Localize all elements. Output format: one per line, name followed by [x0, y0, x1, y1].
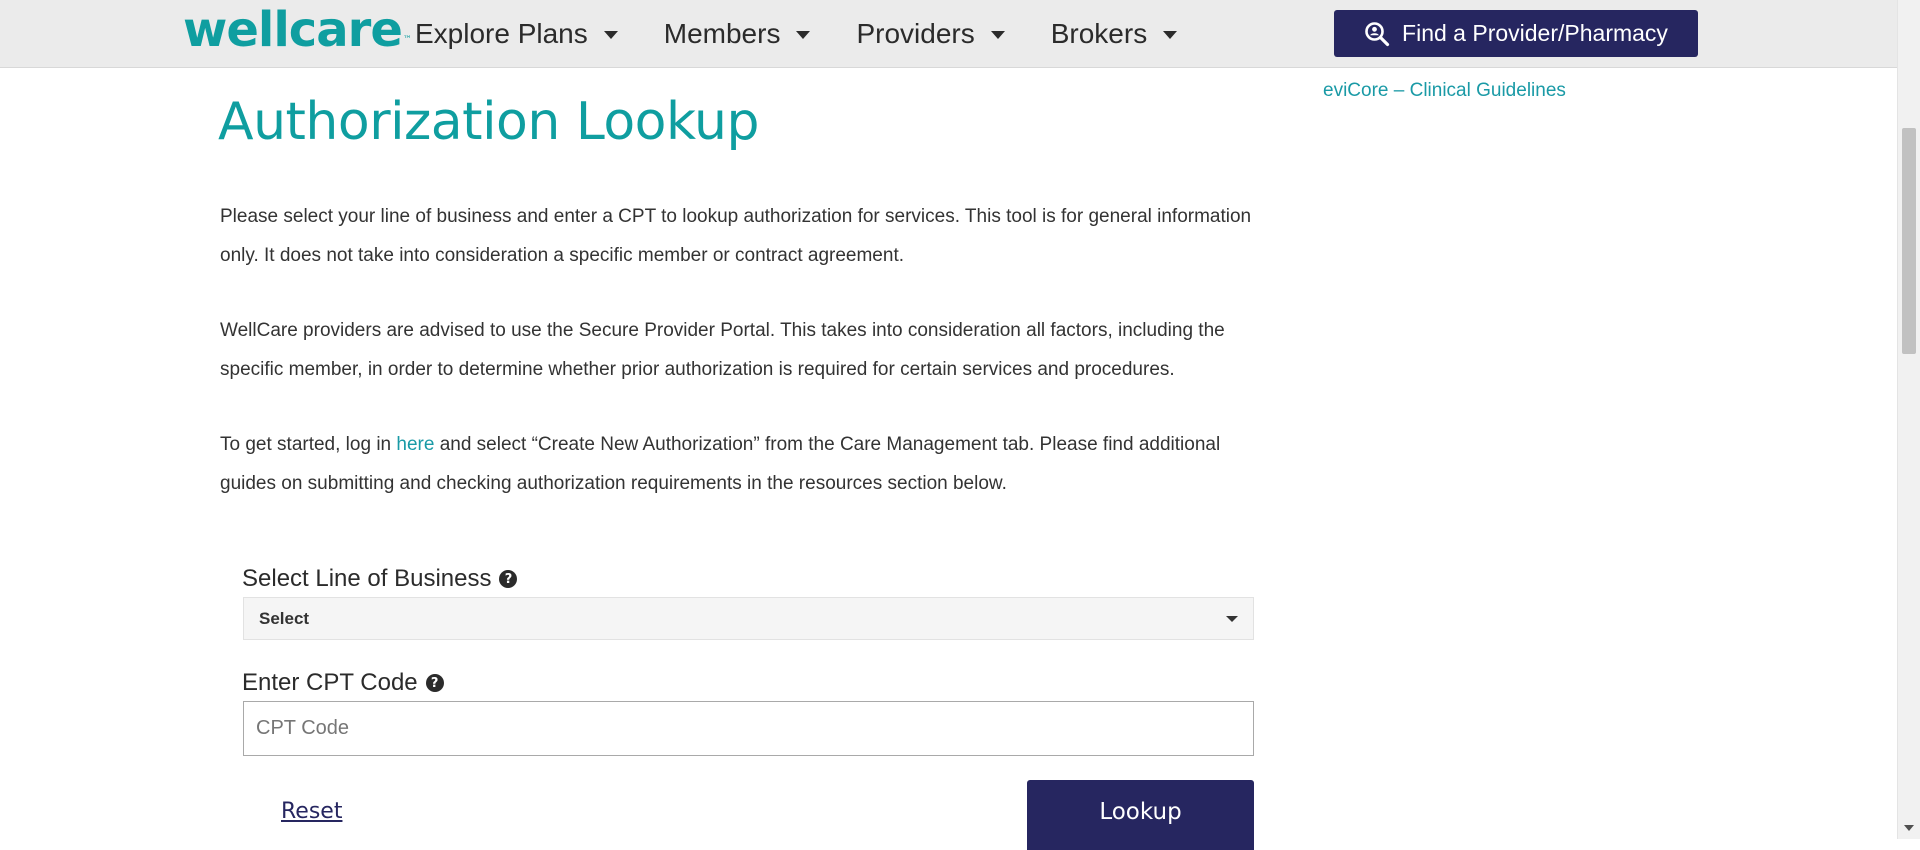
nav-providers[interactable]: Providers	[856, 18, 1005, 50]
chevron-down-icon	[603, 31, 618, 39]
nav-label: Members	[663, 18, 781, 49]
login-here-link[interactable]: here	[396, 434, 434, 455]
page-scrollbar[interactable]	[1897, 0, 1920, 839]
cpt-code-label: Enter CPT Code ?	[242, 669, 444, 697]
intro-paragraph: Please select your line of business and …	[220, 206, 1252, 266]
chevron-down-icon	[1163, 31, 1178, 39]
lookup-button-label: Lookup	[1099, 799, 1182, 825]
get-started-paragraph: To get started, log in here and select “…	[220, 425, 1260, 503]
question-circle-icon[interactable]: ?	[425, 674, 444, 692]
cpt-code-input[interactable]	[243, 701, 1254, 756]
nav-label: Providers	[856, 18, 975, 49]
logo-trademark: ™	[402, 35, 412, 45]
nav-members[interactable]: Members	[664, 18, 811, 50]
scrollbar-thumb[interactable]	[1902, 128, 1916, 354]
nav-label: Brokers	[1050, 18, 1148, 49]
line-of-business-label: Select Line of Business ?	[242, 565, 518, 593]
chevron-down-icon	[796, 31, 811, 39]
page-title: Authorization Lookup	[218, 92, 759, 152]
portal-paragraph: WellCare providers are advised to use th…	[220, 320, 1225, 380]
reset-link[interactable]: Reset	[281, 799, 342, 824]
find-provider-pharmacy-button[interactable]: Find a Provider/Pharmacy	[1334, 10, 1698, 57]
question-circle-icon[interactable]: ?	[499, 570, 518, 588]
find-button-label: Find a Provider/Pharmacy	[1402, 20, 1668, 46]
line-of-business-select[interactable]: Select	[243, 597, 1254, 640]
nav-brokers[interactable]: Brokers	[1050, 18, 1178, 50]
wellcare-logo[interactable]: wellcare™	[183, 2, 412, 58]
caret-down-icon	[1226, 616, 1238, 622]
cpt-code-label-text: Enter CPT Code	[242, 669, 418, 696]
scroll-down-arrow-icon[interactable]	[1904, 825, 1914, 831]
nav-label: Explore Plans	[415, 18, 588, 49]
nav-explore-plans[interactable]: Explore Plans	[415, 18, 618, 50]
lookup-button[interactable]: Lookup	[1027, 780, 1254, 850]
main-nav: Explore Plans Members Providers Brokers	[415, 0, 1223, 68]
get-started-text-before: To get started, log in	[220, 434, 397, 455]
chevron-down-icon	[990, 31, 1005, 39]
site-header: wellcare™ Explore Plans Members Provider…	[0, 0, 1897, 68]
line-of-business-label-text: Select Line of Business	[242, 565, 492, 592]
evicore-clinical-guidelines-link[interactable]: eviCore – Clinical Guidelines	[1323, 80, 1566, 102]
search-person-icon	[1364, 21, 1390, 47]
logo-text: wellcare	[183, 2, 403, 58]
line-of-business-selected-value: Select	[259, 608, 310, 628]
